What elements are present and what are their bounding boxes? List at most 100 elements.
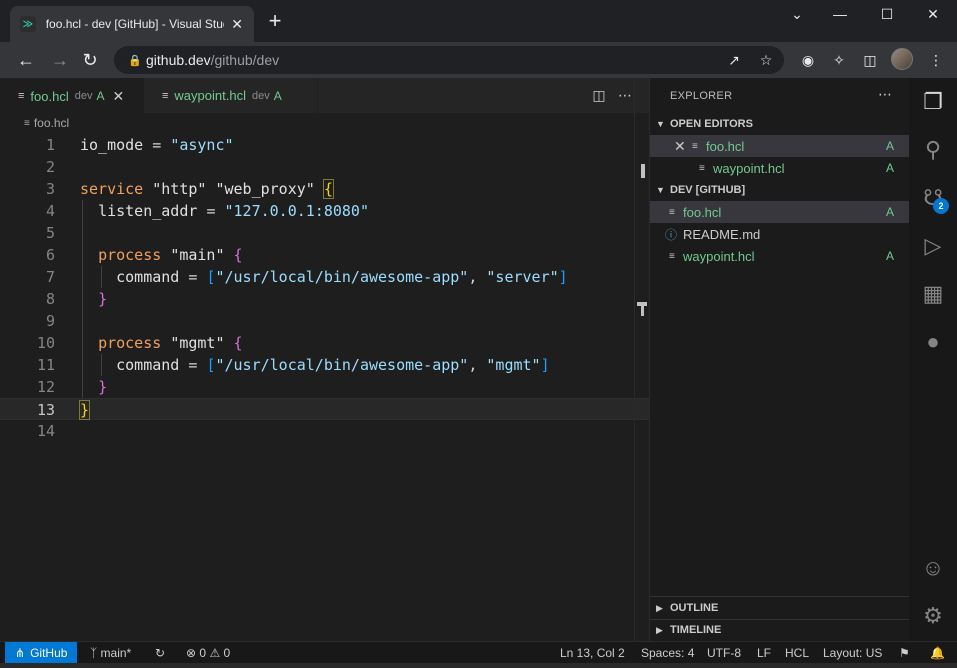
- file-item-foo[interactable]: ≡ foo.hcl A: [650, 201, 910, 223]
- line-number: 1: [45, 136, 55, 154]
- open-editor-item-waypoint[interactable]: ≡ waypoint.hcl A: [650, 157, 910, 179]
- github-icon[interactable]: ●: [919, 328, 947, 356]
- git-status: A: [886, 249, 895, 263]
- section-outline[interactable]: ▶ OUTLINE: [650, 597, 910, 619]
- code-line: 5: [0, 222, 649, 244]
- branch-indicator[interactable]: ᛉ main*: [90, 642, 131, 664]
- browser-tab[interactable]: ≫ foo.hcl - dev [GitHub] - Visual Studio…: [10, 6, 254, 42]
- open-editor-item-foo[interactable]: ✕ ≡ foo.hcl A: [650, 135, 910, 157]
- split-editor-icon[interactable]: ◫: [590, 86, 608, 104]
- minimize-button[interactable]: —: [817, 4, 863, 24]
- file-item-waypoint[interactable]: ≡ waypoint.hcl A: [650, 245, 910, 267]
- run-debug-icon[interactable]: ▷: [919, 232, 947, 260]
- forward-button[interactable]: →: [48, 48, 72, 72]
- git-status: A: [886, 139, 895, 153]
- file-lines-icon: ≡: [162, 89, 169, 102]
- remote-label: GitHub: [30, 646, 68, 660]
- activity-bar: ❐ ⚲ ☋ ▷ ▦ ● ☺ ⚙: [909, 78, 957, 641]
- file-name: README.md: [683, 226, 761, 242]
- code-line: 14: [0, 420, 649, 442]
- section-label: TIMELINE: [670, 624, 722, 636]
- editor-tab-name: foo.hcl: [30, 88, 69, 104]
- sidebar-title: EXPLORER: [670, 90, 733, 102]
- more-actions-icon[interactable]: ⋯: [878, 86, 892, 103]
- overview-ruler[interactable]: [634, 78, 649, 641]
- close-tab-icon[interactable]: ✕: [230, 16, 244, 33]
- reload-button[interactable]: ↻: [78, 48, 102, 72]
- profile-avatar[interactable]: [891, 48, 913, 70]
- extension-badge-icon[interactable]: ◉: [798, 50, 818, 70]
- line-number: 12: [36, 378, 55, 396]
- editor-area: ≡ foo.hcl dev A ✕ ≡ waypoint.hcl dev A ◫…: [0, 78, 649, 641]
- remote-indicator[interactable]: ⋔ GitHub: [5, 642, 77, 664]
- notifications-bell-icon[interactable]: 🔔: [930, 642, 945, 664]
- url-path: /github/dev: [210, 52, 280, 68]
- editor-tab-foo[interactable]: ≡ foo.hcl dev A ✕: [0, 78, 143, 113]
- file-lines-icon: ≡: [669, 250, 675, 262]
- editor-tab-waypoint[interactable]: ≡ waypoint.hcl dev A: [143, 78, 318, 113]
- chevron-down-icon: ▼: [656, 119, 665, 129]
- sync-icon[interactable]: ↻: [155, 642, 165, 664]
- maximize-button[interactable]: ☐: [864, 4, 910, 24]
- cursor-position[interactable]: Ln 13, Col 2: [560, 642, 625, 664]
- extensions-icon[interactable]: ▦: [919, 280, 947, 308]
- explorer-files-icon[interactable]: ❐: [919, 88, 947, 116]
- close-window-button[interactable]: ✕: [910, 4, 956, 24]
- tab-search-chevron-icon[interactable]: ⌄: [774, 4, 820, 24]
- file-lines-icon: ≡: [24, 117, 30, 129]
- more-actions-icon[interactable]: ⋯: [616, 86, 634, 104]
- line-number: 14: [36, 422, 55, 440]
- problems-indicator[interactable]: ⊗ 0 ⚠ 0: [186, 642, 230, 664]
- indentation[interactable]: Spaces: 4: [641, 642, 694, 664]
- section-timeline[interactable]: ▶ TIMELINE: [650, 619, 910, 641]
- info-icon: ⓘ: [665, 227, 678, 242]
- line-number: 2: [45, 158, 55, 176]
- breadcrumb[interactable]: ≡ foo.hcl: [24, 116, 69, 130]
- extensions-puzzle-icon[interactable]: ✧: [829, 50, 849, 70]
- line-number: 10: [36, 334, 55, 352]
- editor-tab-status: A: [96, 89, 105, 103]
- feedback-icon[interactable]: ⚑: [899, 642, 910, 664]
- breadcrumb-file[interactable]: foo.hcl: [34, 116, 69, 130]
- lock-icon[interactable]: 🔒: [128, 54, 142, 67]
- editor-tab-status: A: [273, 88, 282, 103]
- bookmark-star-icon[interactable]: ☆: [758, 52, 774, 68]
- branch-icon: ᛉ: [90, 646, 98, 660]
- language-mode[interactable]: HCL: [785, 642, 809, 664]
- window-bottom-edge: [0, 663, 957, 668]
- code-line: 12 }: [0, 376, 649, 398]
- line-number: 8: [45, 290, 55, 308]
- code-line: 7 command = ["/usr/local/bin/awesome-app…: [0, 266, 649, 288]
- code-line: 3 service "http" "web_proxy" {: [0, 178, 649, 200]
- open-editor-name: waypoint.hcl: [713, 160, 785, 176]
- code-line-current: 13}: [0, 398, 649, 420]
- back-button[interactable]: ←: [14, 48, 38, 72]
- section-open-editors[interactable]: ▼ OPEN EDITORS: [650, 113, 910, 135]
- end-of-line[interactable]: LF: [757, 642, 771, 664]
- close-icon[interactable]: ✕: [674, 138, 692, 155]
- file-name: waypoint.hcl: [683, 248, 755, 264]
- browser-menu-icon[interactable]: ⋮: [926, 50, 946, 70]
- share-icon[interactable]: ↗: [726, 52, 742, 68]
- section-repo[interactable]: ▼ DEV [GITHUB]: [650, 179, 910, 201]
- browser-toolbar: ← → ↻ 🔒 github.dev/github/dev ↗ ☆ ◉ ✧ ◫ …: [0, 42, 957, 78]
- search-icon[interactable]: ⚲: [919, 136, 947, 164]
- chevron-right-icon: ▶: [656, 624, 663, 635]
- side-panel-icon[interactable]: ◫: [860, 50, 880, 70]
- branch-name: main*: [100, 646, 132, 660]
- new-tab-button[interactable]: +: [264, 10, 286, 32]
- editor-tab-name: waypoint.hcl: [174, 88, 246, 103]
- explorer-sidebar: EXPLORER ⋯ ▼ OPEN EDITORS ✕ ≡ foo.hcl A …: [649, 78, 910, 641]
- code-editor[interactable]: 1 io_mode = "async" 2 3 service "http" "we…: [0, 134, 649, 442]
- code-line: 6 process "main" {: [0, 244, 649, 266]
- file-item-readme[interactable]: ⓘ README.md: [650, 223, 910, 245]
- encoding[interactable]: UTF-8: [707, 642, 741, 664]
- address-bar[interactable]: 🔒 github.dev/github/dev ↗ ☆: [114, 46, 784, 74]
- close-icon[interactable]: ✕: [113, 88, 125, 105]
- section-label: OUTLINE: [670, 602, 719, 614]
- keyboard-layout[interactable]: Layout: US: [823, 642, 882, 664]
- accounts-icon[interactable]: ☺: [919, 554, 947, 582]
- code-line: 9: [0, 310, 649, 332]
- chevron-right-icon: ▶: [656, 602, 663, 613]
- manage-gear-icon[interactable]: ⚙: [919, 602, 947, 630]
